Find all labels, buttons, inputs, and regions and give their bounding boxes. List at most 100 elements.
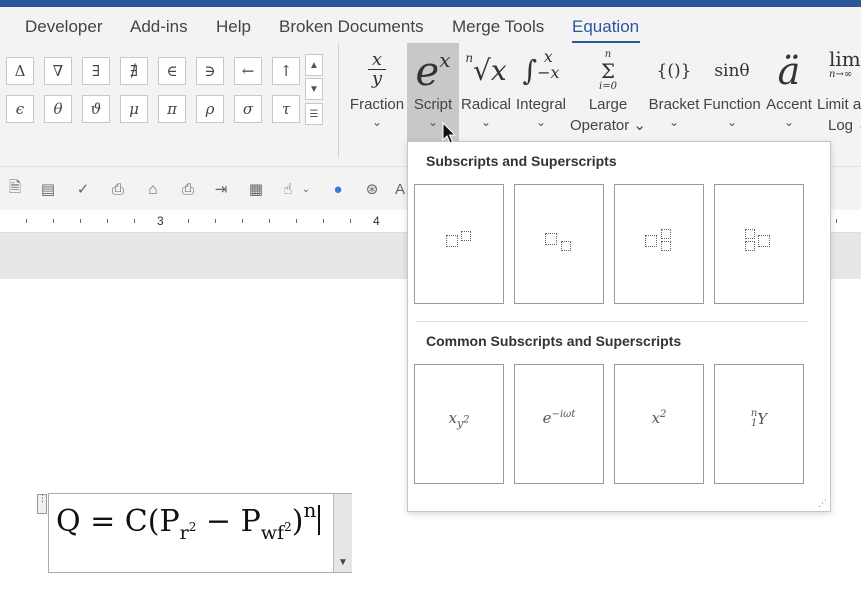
script-icon: ex xyxy=(415,48,451,95)
limit-log-label-2: Log ⌄ xyxy=(828,117,861,134)
print-icon[interactable]: ⎙ xyxy=(178,179,198,199)
ruler-tick xyxy=(134,219,135,223)
fraction-label: Fraction xyxy=(349,96,405,113)
ruler-tick xyxy=(80,219,81,223)
gallery-scroll-up-button[interactable]: ▲ xyxy=(305,54,323,76)
fraction-button[interactable]: x y Fraction ⌄ xyxy=(348,43,406,166)
chevron-down-icon: ⌄ xyxy=(783,115,795,129)
gallery-more-button[interactable]: ☰ xyxy=(305,103,323,125)
touch-mode-icon[interactable]: ☝ xyxy=(278,179,298,199)
template-preview: n1Y xyxy=(750,408,768,429)
symbol-left-arrow[interactable]: ← xyxy=(234,57,262,85)
ruler-tick xyxy=(350,219,351,223)
large-operator-label: Large xyxy=(588,96,628,113)
text-cursor xyxy=(318,505,321,535)
symbol-rho[interactable]: ρ xyxy=(196,95,224,123)
symbol-up-arrow[interactable]: ↑ xyxy=(272,57,300,85)
symbol-element-of[interactable]: ∈ xyxy=(158,57,186,85)
document-icon[interactable]: 🗎 xyxy=(5,179,25,199)
equation-superscript-2b: 2 xyxy=(284,520,292,534)
superscript-placeholder xyxy=(461,231,471,241)
presuperscript-placeholder xyxy=(745,229,755,239)
template-preview: e−iωt xyxy=(542,409,576,427)
chevron-down-icon: ⌄ xyxy=(480,115,492,129)
gallery-scroll-down-button[interactable]: ▼ xyxy=(305,78,323,100)
superscript-template[interactable] xyxy=(414,184,504,304)
symbol-not-exists[interactable]: ∄ xyxy=(120,57,148,85)
common-x-sub-y-squared[interactable]: xy2 xyxy=(414,364,504,484)
symbol-sigma[interactable]: σ xyxy=(234,95,262,123)
symbol-contains[interactable]: ∋ xyxy=(196,57,224,85)
equation-subscript-wf: wf xyxy=(260,522,285,544)
superscript-placeholder xyxy=(661,229,671,239)
equation-subscript-r: r xyxy=(179,522,189,544)
symbol-delta[interactable]: Δ xyxy=(6,57,34,85)
equation-move-handle[interactable]: ⋮ xyxy=(37,494,47,514)
equation-lhs: Q = C(P xyxy=(56,504,180,539)
ruler-tick xyxy=(188,219,189,223)
radical-label: Radical xyxy=(460,96,512,113)
circle-icon[interactable]: ● xyxy=(328,179,348,199)
equation-close-paren: ) xyxy=(291,504,304,539)
subscript-superscript-template[interactable] xyxy=(614,184,704,304)
symbol-mu[interactable]: μ xyxy=(120,95,148,123)
script-dropdown-panel: Subscripts and Superscripts Common Subsc… xyxy=(407,141,831,512)
large-operator-label-2: Operator ⌄ xyxy=(570,117,646,134)
symbol-exists[interactable]: ∃ xyxy=(82,57,110,85)
equation-text[interactable]: Q = C(Pr2 − Pwf2)n xyxy=(56,498,321,544)
tab-equation[interactable]: Equation xyxy=(572,17,639,37)
print-preview-icon[interactable]: ⎙ xyxy=(108,179,128,199)
font-icon[interactable]: A xyxy=(394,179,406,199)
tab-developer[interactable]: Developer xyxy=(25,17,103,37)
equation-exponent: n xyxy=(303,498,317,522)
check-document-icon[interactable]: ✓ xyxy=(73,179,93,199)
symbol-vartheta[interactable]: ϑ xyxy=(82,95,110,123)
ruler-tick xyxy=(26,219,27,223)
symbol-tau[interactable]: τ xyxy=(272,95,300,123)
symbol-pi[interactable]: π xyxy=(158,95,186,123)
base-placeholder xyxy=(545,233,557,245)
tab-add-ins[interactable]: Add-ins xyxy=(130,17,188,37)
radical-icon: n√x xyxy=(465,51,507,87)
currency-icon[interactable]: ⊛ xyxy=(362,179,382,199)
tab-broken-documents[interactable]: Broken Documents xyxy=(279,17,424,37)
chevron-down-icon[interactable]: ⌄ xyxy=(300,179,312,199)
equation-options-button[interactable]: ▼ xyxy=(333,494,352,572)
common-e-power-minus-i-omega-t[interactable]: e−iωt xyxy=(514,364,604,484)
base-placeholder xyxy=(645,235,657,247)
base-placeholder xyxy=(758,235,770,247)
symbol-theta[interactable]: θ xyxy=(44,95,72,123)
subscript-placeholder xyxy=(561,241,571,251)
left-subscript-superscript-template[interactable] xyxy=(714,184,804,304)
equation-mid: − P xyxy=(196,504,261,539)
symbol-epsilon[interactable]: ϵ xyxy=(6,95,34,123)
fraction-icon: x y xyxy=(348,51,406,88)
common-x-squared[interactable]: x2 xyxy=(614,364,704,484)
ruler-tick xyxy=(836,219,837,223)
integral-icon: ∫ x −x xyxy=(522,47,560,88)
common-prescript-y[interactable]: n1Y xyxy=(714,364,804,484)
ruler-tick xyxy=(53,219,54,223)
ruler-number: 4 xyxy=(373,214,380,228)
table-icon[interactable]: ▦ xyxy=(246,179,266,199)
presentation-icon[interactable]: ⌂ xyxy=(143,179,163,199)
chevron-down-icon: ⌄ xyxy=(371,115,383,129)
resize-grip-icon[interactable]: ⋰ xyxy=(818,498,827,509)
tab-merge-tools[interactable]: Merge Tools xyxy=(452,17,544,37)
export-icon[interactable]: ⇥ xyxy=(211,179,231,199)
limit-icon: lim n→∞ xyxy=(829,47,861,80)
function-label: Function xyxy=(703,96,761,113)
tab-help[interactable]: Help xyxy=(216,17,251,37)
bracket-label: Bracket xyxy=(648,96,700,113)
symbol-nabla[interactable]: ∇ xyxy=(44,57,72,85)
subscript-placeholder xyxy=(661,241,671,251)
limit-log-label: Limit a xyxy=(817,96,861,113)
subscript-template[interactable] xyxy=(514,184,604,304)
function-icon: sinθ xyxy=(714,61,750,81)
ruler-tick xyxy=(296,219,297,223)
ruler-tick xyxy=(215,219,216,223)
form-icon[interactable]: ▤ xyxy=(38,179,58,199)
template-preview: x2 xyxy=(651,409,667,427)
template-preview: xy2 xyxy=(448,409,470,430)
ribbon-separator xyxy=(338,43,339,158)
